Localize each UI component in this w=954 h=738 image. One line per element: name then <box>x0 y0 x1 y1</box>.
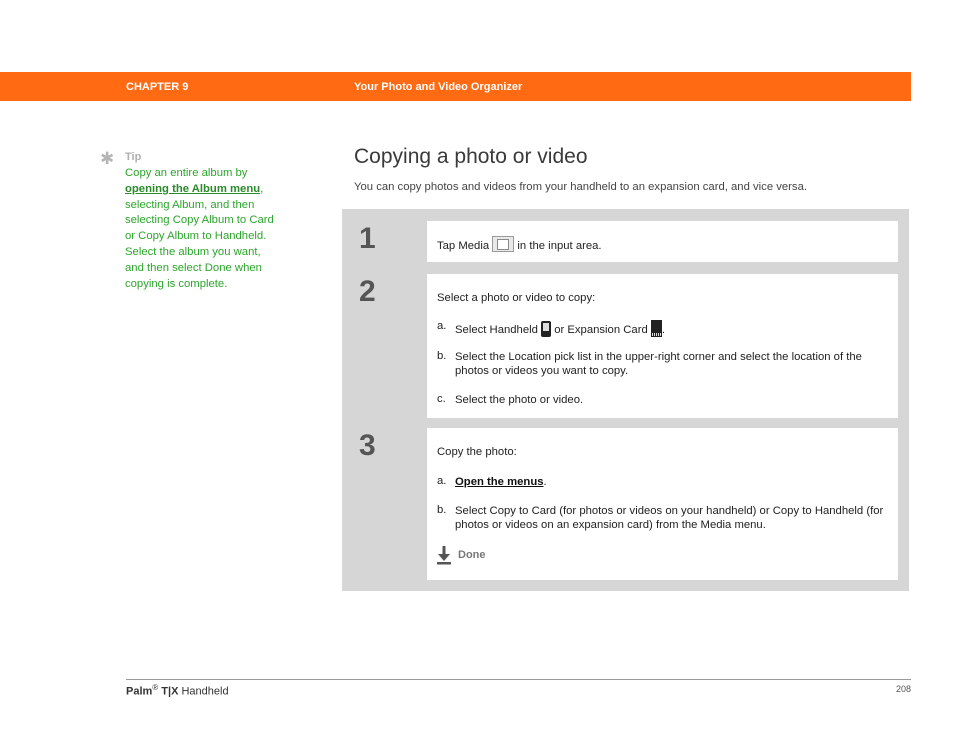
page-title: Copying a photo or video <box>354 145 588 168</box>
item-text-after: . <box>543 476 547 488</box>
chapter-title: Your Photo and Video Organizer <box>354 81 523 93</box>
step-1: 1 Tap Media in the input area. <box>353 221 898 262</box>
item-text-before: Select Handheld <box>455 324 538 336</box>
list-marker: c. <box>437 393 446 405</box>
footer-brand: Palm <box>126 685 153 698</box>
list-item-text: Select Handheld or Expansion Card . <box>455 320 895 337</box>
done-arrow-icon <box>437 546 451 565</box>
intro-text: You can copy photos and videos from your… <box>354 181 808 193</box>
page-number: 208 <box>895 684 911 694</box>
done-label: Done <box>458 549 486 561</box>
list-item-text: Select the photo or video. <box>455 394 584 406</box>
list-marker: b. <box>437 504 447 516</box>
footer-divider <box>126 679 911 680</box>
media-icon <box>492 236 515 252</box>
tip-text-before: Copy an entire album by <box>125 167 248 179</box>
step-1-text-before: Tap Media <box>437 240 490 252</box>
step-number-column: 1 <box>353 221 427 262</box>
handheld-icon <box>541 321 552 337</box>
registered-mark: ® <box>152 683 159 692</box>
list-item-text: Select Copy to Card (for photos or video… <box>455 505 884 531</box>
footer-product: Palm® T|X Handheld <box>126 683 229 698</box>
asterisk-icon: ✱ <box>100 149 115 168</box>
step-2-intro: Select a photo or video to copy: <box>437 292 596 304</box>
step-number: 2 <box>359 275 376 308</box>
tip-text-after: , selecting Album, and then selecting Co… <box>125 182 274 290</box>
tip-label: Tip <box>125 151 142 163</box>
footer-model: T|X <box>161 685 179 698</box>
expansion-card-icon <box>650 320 662 337</box>
opening-album-menu-link[interactable]: opening the Album menu <box>125 183 260 195</box>
list-item-text: Open the menus. <box>455 475 895 489</box>
step-number-column: 2 <box>353 274 427 418</box>
list-marker: a. <box>437 475 447 487</box>
steps-container: 1 Tap Media in the input area. 2 Select … <box>342 209 909 591</box>
item-text-after: . <box>661 324 666 336</box>
item-text-mid: or Expansion Card <box>554 324 648 336</box>
step-1-text-after: in the input area. <box>517 240 602 252</box>
list-marker: b. <box>437 350 447 362</box>
step-2: 2 Select a photo or video to copy: a. Se… <box>353 274 898 418</box>
footer-product-name: Handheld <box>181 685 229 698</box>
chapter-header-bar: CHAPTER 9 Your Photo and Video Organizer <box>0 72 911 101</box>
open-the-menus-link[interactable]: Open the menus <box>455 476 544 488</box>
step-1-text: Tap Media in the input area. <box>437 236 602 252</box>
step-number-column: 3 <box>353 428 427 580</box>
list-marker: a. <box>437 320 447 332</box>
step-3: 3 Copy the photo: a. Open the menus. b. … <box>353 428 898 580</box>
list-item-text: Select the Location pick list in the upp… <box>455 351 862 377</box>
chapter-label: CHAPTER 9 <box>126 81 189 93</box>
step-number: 3 <box>359 429 376 462</box>
tip-text: Copy an entire album by opening the Albu… <box>125 166 275 292</box>
step-number: 1 <box>359 222 376 255</box>
step-3-intro: Copy the photo: <box>437 446 517 458</box>
